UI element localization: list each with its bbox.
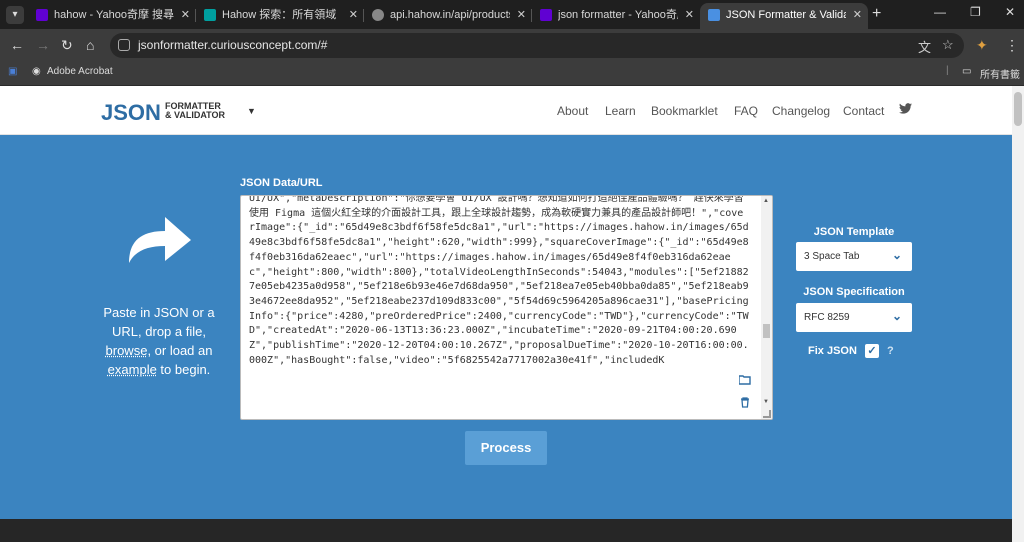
close-tab-icon[interactable]: ✕: [685, 3, 694, 27]
home-icon[interactable]: ⌂: [86, 37, 94, 53]
browser-tab-4[interactable]: json formatter - Yahoo奇摩 搜 ✕: [532, 3, 700, 29]
address-bar[interactable]: jsonformatter.curiousconcept.com/# 文 ☆: [110, 33, 964, 58]
extension-icon[interactable]: ✦: [976, 37, 988, 53]
close-tab-icon[interactable]: ✕: [181, 3, 190, 27]
fix-json-label: Fix JSON: [808, 345, 857, 357]
new-tab-button[interactable]: +: [872, 6, 881, 22]
page-scroll-thumb[interactable]: [1014, 92, 1022, 126]
bookmark-acrobat[interactable]: Adobe Acrobat: [47, 66, 113, 77]
close-tab-icon[interactable]: ✕: [853, 3, 862, 27]
intro-text: Paste in JSON or a URL, drop a file, bro…: [103, 305, 215, 377]
back-icon[interactable]: ←: [10, 37, 24, 53]
menu-icon[interactable]: ⋮: [1005, 37, 1019, 53]
all-bookmarks[interactable]: 所有書籤: [980, 66, 1020, 81]
bookmark-star-icon[interactable]: ☆: [942, 37, 954, 53]
bookmarks-divider: |: [946, 65, 949, 76]
textarea-scroll-thumb[interactable]: [763, 324, 770, 338]
tab-title: Hahow 探索：所有領域: [222, 9, 337, 21]
textarea-scrollbar[interactable]: ▲ ▼: [761, 196, 772, 419]
fix-json-checkbox[interactable]: ✓: [865, 344, 879, 358]
twitter-icon[interactable]: [899, 103, 912, 117]
json-template-label: JSON Template: [813, 226, 895, 238]
json-spec-select[interactable]: RFC 8259 ⌄: [796, 303, 912, 332]
browser-tab-active[interactable]: JSON Formatter & Validator ✕: [700, 3, 868, 29]
json-template-select[interactable]: 3 Space Tab ⌄: [796, 242, 912, 271]
browser-toolbar: ← → ↻ ⌂ jsonformatter.curiousconcept.com…: [0, 29, 1024, 62]
json-content[interactable]: UI/UX","metaDescription":"你想要學會 UI/UX 設計…: [249, 196, 749, 368]
checkmark-favicon-icon: [708, 9, 720, 21]
json-spec-label: JSON Specification: [803, 286, 905, 298]
restore-icon[interactable]: ❐: [970, 5, 981, 19]
hahow-favicon-icon: [204, 9, 216, 21]
close-tab-icon[interactable]: ✕: [517, 3, 526, 27]
open-file-icon[interactable]: [738, 374, 751, 388]
bookmarks-bar: ▣ ◉ Adobe Acrobat | ▭ 所有書籤: [0, 62, 1024, 86]
site-navbar: JSON FORMATTER & VALIDATOR ▼ About Learn …: [0, 86, 1012, 135]
translate-bookmark-icon[interactable]: ▣: [8, 66, 17, 77]
close-window-icon[interactable]: ✕: [1005, 5, 1015, 19]
hero-section: Paste in JSON or a URL, drop a file, bro…: [0, 135, 1012, 519]
tab-title: json formatter - Yahoo奇摩 搜: [558, 9, 678, 21]
logo-json: JSON: [101, 100, 161, 125]
tab-search-button[interactable]: ▾: [6, 6, 24, 24]
page-footer: [0, 519, 1012, 542]
forward-icon[interactable]: →: [36, 37, 50, 53]
browser-tab-3[interactable]: api.hahow.in/api/products/se ✕: [364, 3, 532, 29]
site-info-icon[interactable]: [118, 39, 130, 51]
browse-link[interactable]: browse: [106, 343, 148, 358]
url-text[interactable]: jsonformatter.curiousconcept.com/#: [138, 38, 327, 52]
chevron-down-icon: ⌄: [891, 309, 902, 323]
yahoo-favicon-icon: [540, 9, 552, 21]
scroll-down-icon[interactable]: ▼: [763, 399, 769, 405]
tab-title: JSON Formatter & Validator: [726, 9, 846, 21]
nav-changelog[interactable]: Changelog: [772, 104, 830, 118]
tab-title: api.hahow.in/api/products/se: [390, 9, 510, 21]
scroll-up-icon[interactable]: ▲: [763, 198, 769, 204]
logo-subtitle: FORMATTER & VALIDATOR: [165, 101, 225, 120]
folder-icon: ▭: [962, 66, 972, 77]
translate-icon[interactable]: 文: [918, 37, 931, 56]
logo-dropdown-icon[interactable]: ▼: [247, 106, 256, 116]
json-data-label: JSON Data/URL: [240, 177, 323, 189]
example-link[interactable]: example: [108, 362, 157, 377]
tab-title: hahow - Yahoo奇摩 搜尋結果: [54, 9, 174, 21]
reload-icon[interactable]: ↻: [61, 37, 73, 53]
nav-faq[interactable]: FAQ: [734, 104, 758, 118]
nav-bookmarklet[interactable]: Bookmarklet: [651, 104, 718, 118]
page-scrollbar[interactable]: [1012, 86, 1024, 542]
globe-favicon-icon: [372, 9, 384, 21]
minimize-icon[interactable]: —: [934, 5, 946, 19]
share-arrow-icon: [123, 213, 193, 270]
yahoo-favicon-icon: [36, 9, 48, 21]
browser-tab-1[interactable]: hahow - Yahoo奇摩 搜尋結果 ✕: [28, 3, 196, 29]
help-icon[interactable]: ?: [887, 345, 894, 357]
resize-handle[interactable]: [763, 410, 771, 418]
page-content: JSON FORMATTER & VALIDATOR ▼ About Learn …: [0, 86, 1012, 542]
trash-icon[interactable]: [740, 397, 750, 411]
chevron-down-icon: ⌄: [891, 248, 902, 262]
nav-learn[interactable]: Learn: [605, 104, 636, 118]
json-input-textarea[interactable]: UI/UX","metaDescription":"你想要學會 UI/UX 設計…: [240, 195, 773, 420]
process-button[interactable]: Process: [465, 431, 547, 465]
browser-tab-2[interactable]: Hahow 探索：所有領域 ✕: [196, 3, 364, 29]
acrobat-icon: ◉: [32, 66, 41, 77]
nav-contact[interactable]: Contact: [843, 104, 884, 118]
tab-strip: ▾ hahow - Yahoo奇摩 搜尋結果 ✕ Hahow 探索：所有領域 ✕…: [0, 0, 1024, 29]
nav-about[interactable]: About: [557, 104, 588, 118]
close-tab-icon[interactable]: ✕: [349, 3, 358, 27]
